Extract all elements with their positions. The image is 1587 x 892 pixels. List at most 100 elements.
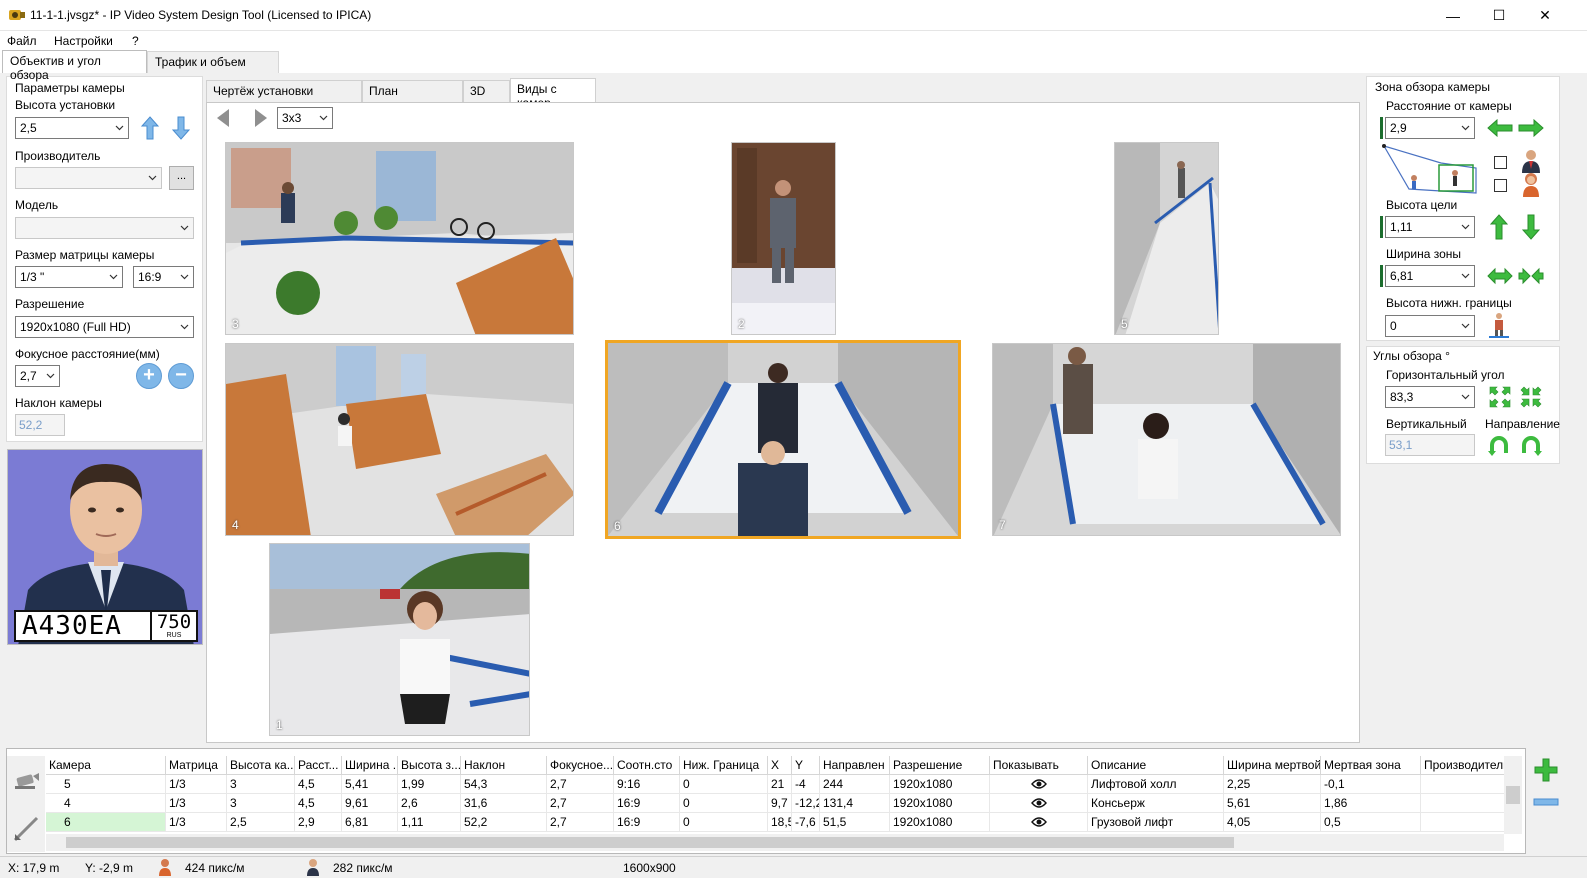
eye-icon[interactable] xyxy=(1030,816,1047,828)
distance-increase-icon[interactable] xyxy=(1518,118,1544,138)
cell-matrix[interactable]: 1/3 xyxy=(166,794,227,813)
cell-focal[interactable]: 2,7 xyxy=(547,813,614,832)
cell-deadzone-width[interactable]: 2,25 xyxy=(1224,775,1321,794)
tab-site-plan[interactable]: План местности xyxy=(362,80,463,112)
camera-view-4[interactable]: 4 xyxy=(225,343,574,536)
tilt-field[interactable]: 52,2 xyxy=(15,414,65,436)
measure-tool-icon[interactable] xyxy=(11,814,41,844)
col-header-x[interactable]: X xyxy=(768,756,792,775)
width-shrink-icon[interactable] xyxy=(1518,267,1544,285)
cell-target-height[interactable]: 1,99 xyxy=(398,775,461,794)
col-header-show[interactable]: Показывать xyxy=(990,756,1088,775)
col-header-deadzone[interactable]: Мертвая зона xyxy=(1321,756,1421,775)
cell-manufacturer[interactable] xyxy=(1421,813,1504,832)
target-select[interactable]: 1,11 xyxy=(1385,216,1475,238)
cell-matrix[interactable]: 1/3 xyxy=(166,813,227,832)
cell-width[interactable]: 9,61 xyxy=(342,794,398,813)
minimize-button[interactable]: — xyxy=(1430,0,1476,31)
height-down-icon[interactable] xyxy=(170,115,192,141)
target-down-icon[interactable] xyxy=(1521,214,1541,240)
cell-distance[interactable]: 4,5 xyxy=(295,794,342,813)
cell-target-height[interactable]: 2,6 xyxy=(398,794,461,813)
camera-view-2[interactable]: 2 xyxy=(731,142,836,335)
col-header-deadzone-width[interactable]: Ширина мертвой... xyxy=(1224,756,1321,775)
col-header-tilt[interactable]: Наклон xyxy=(461,756,547,775)
col-header-y[interactable]: Y xyxy=(792,756,820,775)
remove-camera-icon[interactable] xyxy=(1532,792,1560,812)
grid-select[interactable]: 3x3 xyxy=(277,107,333,129)
cell-deadzone[interactable]: 1,86 xyxy=(1321,794,1421,813)
vscroll-thumb[interactable] xyxy=(1506,786,1520,804)
cell-y[interactable]: -7,6 xyxy=(792,813,820,832)
prev-arrow-icon[interactable] xyxy=(214,107,234,129)
tab-install-drawing[interactable]: Чертёж установки камеры xyxy=(206,80,362,112)
model-select[interactable] xyxy=(15,217,194,239)
manufacturer-select[interactable] xyxy=(15,167,162,189)
cell-height[interactable]: 3 xyxy=(227,775,295,794)
add-camera-icon[interactable] xyxy=(1532,756,1560,784)
cell-tilt[interactable]: 54,3 xyxy=(461,775,547,794)
aspect-select[interactable]: 16:9 xyxy=(133,266,194,288)
tab-3d-view[interactable]: 3D вид xyxy=(463,80,510,112)
distance-decrease-icon[interactable] xyxy=(1487,118,1513,138)
cell-show[interactable] xyxy=(990,813,1088,832)
cell-matrix[interactable]: 1/3 xyxy=(166,775,227,794)
col-header-description[interactable]: Описание xyxy=(1088,756,1224,775)
cell-distance[interactable]: 2,9 xyxy=(295,813,342,832)
cell-deadzone-width[interactable]: 5,61 xyxy=(1224,794,1321,813)
distance-select[interactable]: 2,9 xyxy=(1385,117,1475,139)
hscroll-thumb[interactable] xyxy=(66,837,1234,848)
eye-icon[interactable] xyxy=(1030,797,1047,809)
col-header-matrix[interactable]: Матрица xyxy=(166,756,227,775)
col-header-width[interactable]: Ширина ... xyxy=(342,756,398,775)
female-target-checkbox[interactable] xyxy=(1494,179,1507,192)
shrink-angle-icon[interactable] xyxy=(1519,385,1543,409)
lower-select[interactable]: 0 xyxy=(1385,315,1475,337)
rotate-left-icon[interactable] xyxy=(1487,433,1511,457)
col-header-height[interactable]: Высота ка... xyxy=(227,756,295,775)
male-target-checkbox[interactable] xyxy=(1494,156,1507,169)
cell-x[interactable]: 9,7 xyxy=(768,794,792,813)
col-header-aspect[interactable]: Соотн.сто xyxy=(614,756,680,775)
eye-icon[interactable] xyxy=(1030,778,1047,790)
focal-select[interactable]: 2,7 xyxy=(15,365,60,387)
menu-file[interactable]: Файл xyxy=(7,34,37,48)
cell-resolution[interactable]: 1920x1080 xyxy=(890,813,990,832)
maximize-button[interactable]: ☐ xyxy=(1476,0,1522,31)
cell-resolution[interactable]: 1920x1080 xyxy=(890,775,990,794)
camera-view-3[interactable]: 3 xyxy=(225,142,574,335)
cell-distance[interactable]: 4,5 xyxy=(295,775,342,794)
tab-lens[interactable]: Объектив и угол обзора xyxy=(2,50,147,82)
cell-width[interactable]: 5,41 xyxy=(342,775,398,794)
cell-manufacturer[interactable] xyxy=(1421,775,1504,794)
tab-traffic[interactable]: Трафик и объем диска xyxy=(147,51,279,83)
cell-target-height[interactable]: 1,11 xyxy=(398,813,461,832)
col-header-manufacturer[interactable]: Производитель xyxy=(1421,756,1504,775)
cell-description[interactable]: Консьерж xyxy=(1088,794,1224,813)
col-header-camera[interactable]: Камера xyxy=(46,756,166,775)
cell-deadzone[interactable]: -0,1 xyxy=(1321,775,1421,794)
cell-height[interactable]: 3 xyxy=(227,794,295,813)
cell-lower[interactable]: 0 xyxy=(680,775,768,794)
col-header-resolution[interactable]: Разрешение xyxy=(890,756,990,775)
cell-camera[interactable]: 6 xyxy=(46,813,166,832)
cell-show[interactable] xyxy=(990,794,1088,813)
cell-x[interactable]: 18,5 xyxy=(768,813,792,832)
next-arrow-icon[interactable] xyxy=(250,107,270,129)
target-up-icon[interactable] xyxy=(1489,214,1509,240)
cell-height[interactable]: 2,5 xyxy=(227,813,295,832)
cell-description[interactable]: Лифтовой холл xyxy=(1088,775,1224,794)
cell-camera[interactable]: 4 xyxy=(46,794,166,813)
cell-direction[interactable]: 131,4 xyxy=(820,794,890,813)
sensor-select[interactable]: 1/3 " xyxy=(15,266,123,288)
cell-lower[interactable]: 0 xyxy=(680,813,768,832)
cell-camera[interactable]: 5 xyxy=(46,775,166,794)
tab-camera-views[interactable]: Виды с камер xyxy=(510,78,596,110)
cell-aspect[interactable]: 16:9 xyxy=(614,794,680,813)
camera-tool-icon[interactable] xyxy=(11,766,41,796)
cell-x[interactable]: 21 xyxy=(768,775,792,794)
cell-description[interactable]: Грузовой лифт xyxy=(1088,813,1224,832)
height-select[interactable]: 2,5 xyxy=(15,117,129,139)
table-vscrollbar[interactable] xyxy=(1504,756,1522,834)
col-header-focal[interactable]: Фокусное... xyxy=(547,756,614,775)
